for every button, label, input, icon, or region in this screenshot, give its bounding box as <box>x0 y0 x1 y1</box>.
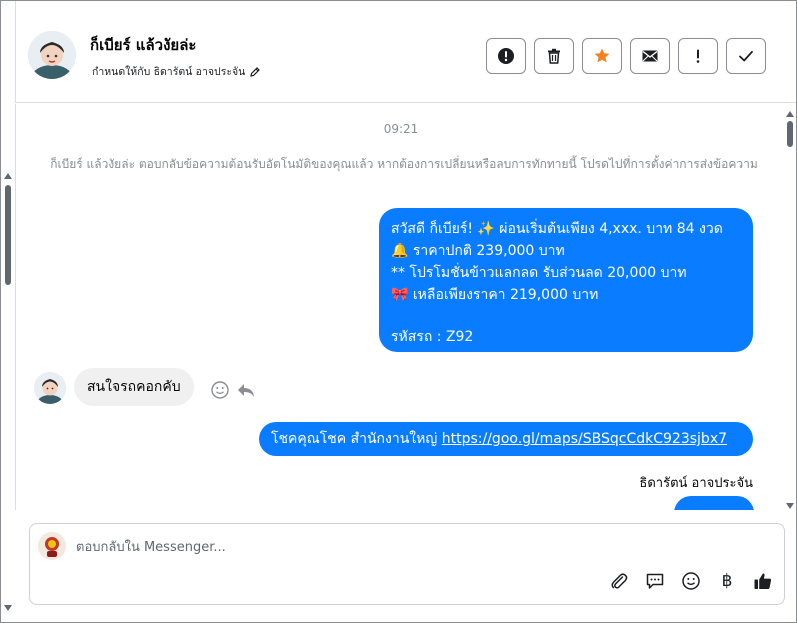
conversation-header: ก็เบียร์ แล้วงัยล่ะ กำหนดให้กับ ธิดารัตน… <box>15 1 796 103</box>
message-actions <box>210 380 256 400</box>
incoming-message[interactable]: สนใจรถคอกคับ <box>74 368 194 406</box>
emoji-button[interactable] <box>680 570 702 592</box>
envelope-icon <box>642 50 658 62</box>
promo-line-1: สวัสดี ก็เบียร์! ✨ ผ่อนเริ่มต้นเพียง 4,x… <box>391 221 723 237</box>
contact-name[interactable]: ก็เบียร์ แล้วงัยล่ะ <box>90 33 196 57</box>
exclamation-icon <box>696 49 700 63</box>
star-icon <box>594 48 610 63</box>
scroll-down-arrow-icon[interactable] <box>786 503 794 509</box>
outgoing-message-partial[interactable] <box>674 496 754 510</box>
mark-done-button[interactable] <box>726 38 766 74</box>
contact-avatar[interactable] <box>28 31 76 79</box>
header-toolbar <box>486 38 766 74</box>
messenger-window: ก็เบียร์ แล้วงัยล่ะ กำหนดให้กับ ธิดารัตน… <box>0 0 797 623</box>
scroll-up-arrow-icon[interactable] <box>4 173 12 179</box>
exclamation-circle-icon <box>498 48 514 64</box>
promo-line-3: ** โปรโมชั่นข้าวแลกลด รับส่วนลด 20,000 บ… <box>391 265 687 281</box>
outgoing-link-message[interactable]: โชคคุณโชค สำนักงานใหญ่ https://goo.gl/ma… <box>259 422 753 456</box>
thread-scrollbar[interactable] <box>784 111 796 511</box>
star-button[interactable] <box>582 38 622 74</box>
paperclip-icon <box>611 573 628 589</box>
promo-line-4: 🎀 เหลือเพียงราคา 219,000 บาท <box>391 287 599 303</box>
thumbs-up-icon <box>754 573 772 589</box>
composer-toolbar: ฿ <box>608 570 774 592</box>
maps-link[interactable]: https://goo.gl/maps/SBSqcCdkC923sjbx7 <box>442 431 727 447</box>
check-icon <box>739 50 753 62</box>
scroll-down-arrow-icon[interactable] <box>4 605 12 611</box>
reply-input[interactable] <box>76 537 676 557</box>
attach-button[interactable] <box>608 570 630 592</box>
promo-line-5: รหัสรถ : Z92 <box>391 329 474 345</box>
saved-replies-button[interactable] <box>644 570 666 592</box>
baht-icon: ฿ <box>721 571 733 591</box>
outgoing-promo-message[interactable]: สวัสดี ก็เบียร์! ✨ ผ่อนเริ่มต้นเพียง 4,x… <box>379 208 753 352</box>
trash-icon <box>548 48 560 64</box>
spam-button[interactable] <box>486 38 526 74</box>
promo-line-2: 🔔 ราคาปกติ 239,000 บาท <box>391 243 565 259</box>
chat-bubble-icon <box>646 573 664 589</box>
message-composer: ฿ <box>29 523 785 605</box>
scroll-thumb[interactable] <box>5 185 11 285</box>
delete-button[interactable] <box>534 38 574 74</box>
system-message: ก็เบียร์ แล้วงัยล่ะ ตอบกลับข้อความต้อนรั… <box>50 157 758 171</box>
page-avatar <box>38 532 66 560</box>
scroll-thumb[interactable] <box>787 121 793 147</box>
sender-name: ธิดารัตน์ อาจประจัน <box>639 476 753 491</box>
follow-up-button[interactable] <box>678 38 718 74</box>
reply-icon[interactable] <box>236 380 256 400</box>
smiley-icon <box>682 572 700 590</box>
pencil-icon[interactable] <box>249 66 261 78</box>
payment-button[interactable]: ฿ <box>716 570 738 592</box>
link-message-text: โชคคุณโชค สำนักงานใหญ่ <box>271 431 442 447</box>
scroll-up-arrow-icon[interactable] <box>786 111 794 117</box>
page-scrollbar[interactable] <box>2 171 14 611</box>
promo-spacer <box>391 306 741 326</box>
message-thread[interactable]: 09:21 ก็เบียร์ แล้วงัยล่ะ ตอบกลับข้อความ… <box>15 104 785 510</box>
contact-avatar-small[interactable] <box>34 372 66 404</box>
mark-unread-button[interactable] <box>630 38 670 74</box>
assignment-row[interactable]: กำหนดให้กับ ธิดารัตน์ อาจประจัน <box>92 63 261 80</box>
message-timestamp: 09:21 <box>383 122 419 136</box>
like-button[interactable] <box>752 570 774 592</box>
assignment-text: กำหนดให้กับ ธิดารัตน์ อาจประจัน <box>92 66 246 78</box>
smiley-reaction-icon[interactable] <box>210 380 230 400</box>
